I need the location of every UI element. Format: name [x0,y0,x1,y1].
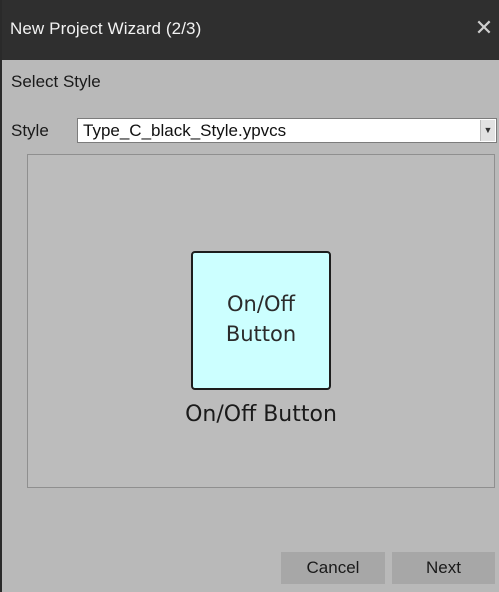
chevron-down-icon[interactable]: ▼ [480,120,495,141]
preview-caption: On/Off Button [185,402,337,427]
style-dropdown-value: Type_C_black_Style.ypvcs [83,121,287,140]
cancel-button[interactable]: Cancel [281,552,385,584]
style-preview-panel: On/Off Button On/Off Button [27,154,495,488]
style-dropdown[interactable]: Type_C_black_Style.ypvcs ▼ [77,118,497,143]
preview-button-line2: Button [225,322,297,346]
title-bar: New Project Wizard (2/3) ✕ [2,0,499,60]
close-icon[interactable]: ✕ [471,14,497,42]
next-button[interactable]: Next [392,552,495,584]
preview-button-line1: On/Off [227,292,295,316]
preview-on-off-button: On/Off Button [191,251,331,390]
section-title: Select Style [11,72,101,91]
wizard-dialog: New Project Wizard (2/3) ✕ Select Style … [0,0,499,592]
style-label: Style [11,121,49,140]
window-title: New Project Wizard (2/3) [10,19,202,38]
